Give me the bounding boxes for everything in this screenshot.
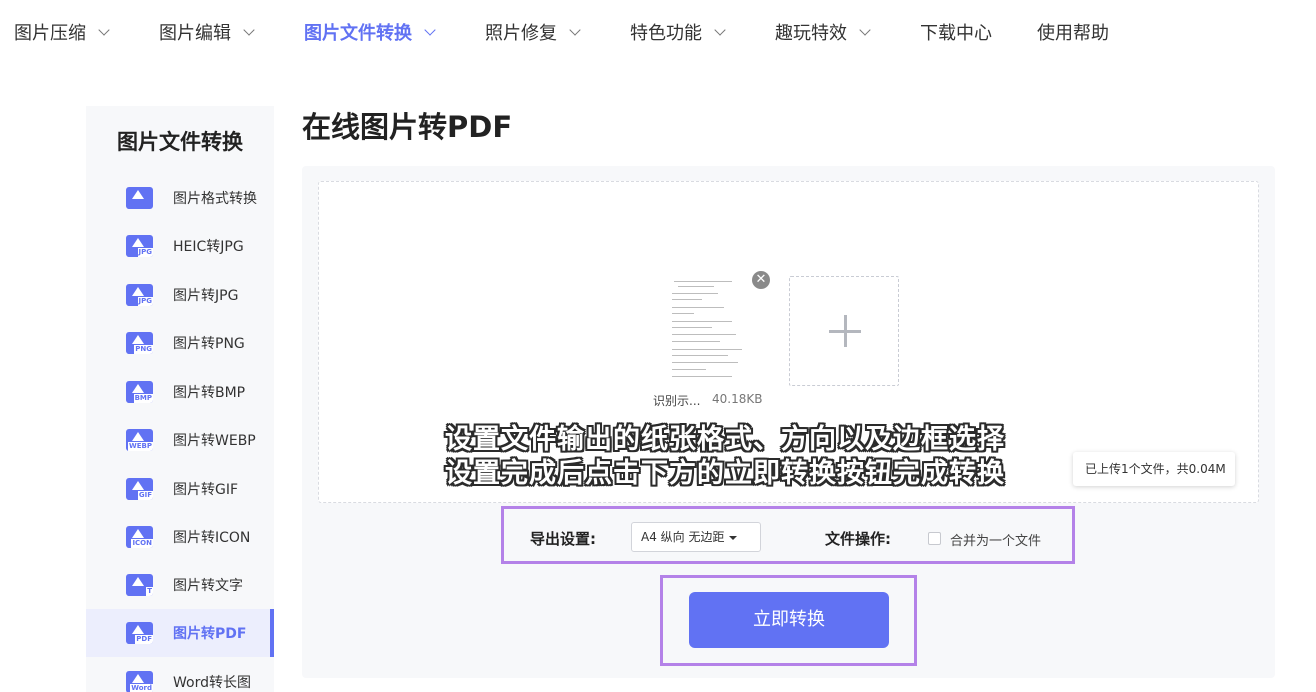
sidebar-item-label: 图片转PNG <box>173 336 245 352</box>
nav-label: 图片文件转换 <box>304 23 412 44</box>
chevron-down-icon <box>98 23 110 36</box>
heic-jpg-icon: JPG <box>126 235 153 257</box>
webp-icon: WEBP <box>126 429 153 451</box>
annotation-line-2: 设置完成后点击下方的立即转换按钮完成转换 <box>445 458 1005 489</box>
sidebar-item-image-format[interactable]: 图片格式转换 <box>86 174 274 222</box>
sidebar-item-label: HEIC转JPG <box>173 239 244 255</box>
nav-fun-effects[interactable]: 趣玩特效 <box>775 18 871 46</box>
caret-down-icon <box>729 536 737 540</box>
nav-label: 趣玩特效 <box>775 23 847 44</box>
sidebar-item-label: 图片转GIF <box>173 482 239 498</box>
sidebar-item-label: Word转长图 <box>173 675 251 691</box>
image-convert-icon <box>126 187 153 209</box>
merge-checkbox-label[interactable]: 合并为一个文件 <box>950 530 1041 549</box>
nav-image-compress[interactable]: 图片压缩 <box>14 18 110 46</box>
export-settings-row: 导出设置: A4 纵向 无边距 文件操作: 合并为一个文件 <box>501 506 1075 564</box>
text-icon: T <box>126 574 153 596</box>
chevron-down-icon <box>243 23 255 36</box>
png-icon: PNG <box>126 332 153 354</box>
nav-label: 照片修复 <box>485 23 557 44</box>
nav-image-edit[interactable]: 图片编辑 <box>159 18 255 46</box>
export-settings-label: 导出设置: <box>530 530 596 548</box>
nav-label: 图片编辑 <box>159 23 231 44</box>
pdf-icon: PDF <box>126 622 153 644</box>
icon-format-icon: ICON <box>126 526 153 548</box>
gif-icon: GIF <box>126 478 153 500</box>
sidebar-item-jpg[interactable]: JPG 图片转JPG <box>86 271 274 319</box>
convert-now-button[interactable]: 立即转换 <box>689 592 889 648</box>
sidebar-item-png[interactable]: PNG 图片转PNG <box>86 319 274 367</box>
nav-label: 特色功能 <box>630 23 702 44</box>
bmp-icon: BMP <box>126 381 153 403</box>
sidebar-item-pdf[interactable]: PDF 图片转PDF <box>86 609 274 657</box>
sidebar-item-label: 图片转文字 <box>173 578 243 594</box>
file-operations-label: 文件操作: <box>825 530 891 548</box>
chevron-down-icon <box>424 23 436 36</box>
sidebar-item-heic-jpg[interactable]: JPG HEIC转JPG <box>86 222 274 270</box>
sidebar: 图片文件转换 图片格式转换 JPG HEIC转JPG JPG 图片转JPG PN… <box>86 106 274 692</box>
chevron-down-icon <box>714 23 726 36</box>
remove-file-close-icon[interactable]: ✕ <box>752 271 770 289</box>
sidebar-title: 图片文件转换 <box>117 130 243 154</box>
word-icon: Word <box>126 671 153 692</box>
top-navigation: 图片压缩 图片编辑 图片文件转换 照片修复 特色功能 趣玩特效 下载中心 使用帮… <box>0 0 1316 64</box>
nav-help[interactable]: 使用帮助 <box>1037 18 1109 46</box>
sidebar-item-label: 图片转ICON <box>173 530 251 546</box>
sidebar-item-label: 图片转BMP <box>173 385 246 401</box>
paper-format-value: A4 纵向 无边距 <box>641 530 725 544</box>
sidebar-item-label: 图片格式转换 <box>173 191 257 207</box>
file-name: 识别示... <box>653 394 701 408</box>
nav-download-center[interactable]: 下载中心 <box>920 18 992 46</box>
sidebar-item-word-long-image[interactable]: Word Word转长图 <box>86 658 274 692</box>
jpg-icon: JPG <box>126 284 153 306</box>
paper-format-select[interactable]: A4 纵向 无边距 <box>631 522 761 552</box>
chevron-down-icon <box>569 23 581 36</box>
nav-file-convert[interactable]: 图片文件转换 <box>304 18 436 46</box>
sidebar-item-gif[interactable]: GIF 图片转GIF <box>86 465 274 513</box>
file-size: 40.18KB <box>712 392 763 406</box>
nav-label: 使用帮助 <box>1037 23 1109 44</box>
add-file-button[interactable] <box>789 276 899 386</box>
sidebar-item-label: 图片转PDF <box>173 626 247 642</box>
nav-photo-repair[interactable]: 照片修复 <box>485 18 581 46</box>
nav-label: 下载中心 <box>920 23 992 44</box>
chevron-down-icon <box>859 23 871 36</box>
nav-features[interactable]: 特色功能 <box>630 18 726 46</box>
sidebar-item-icon[interactable]: ICON 图片转ICON <box>86 513 274 561</box>
sidebar-item-webp[interactable]: WEBP 图片转WEBP <box>86 416 274 464</box>
sidebar-item-text[interactable]: T 图片转文字 <box>86 561 274 609</box>
upload-info-tooltip: 已上传1个文件，共0.04M <box>1073 452 1235 486</box>
page-title: 在线图片转PDF <box>302 110 513 144</box>
nav-label: 图片压缩 <box>14 23 86 44</box>
sidebar-item-bmp[interactable]: BMP 图片转BMP <box>86 368 274 416</box>
sidebar-item-label: 图片转JPG <box>173 288 239 304</box>
file-thumbnail[interactable] <box>664 277 758 385</box>
sidebar-item-label: 图片转WEBP <box>173 433 256 449</box>
merge-checkbox[interactable] <box>928 532 941 545</box>
